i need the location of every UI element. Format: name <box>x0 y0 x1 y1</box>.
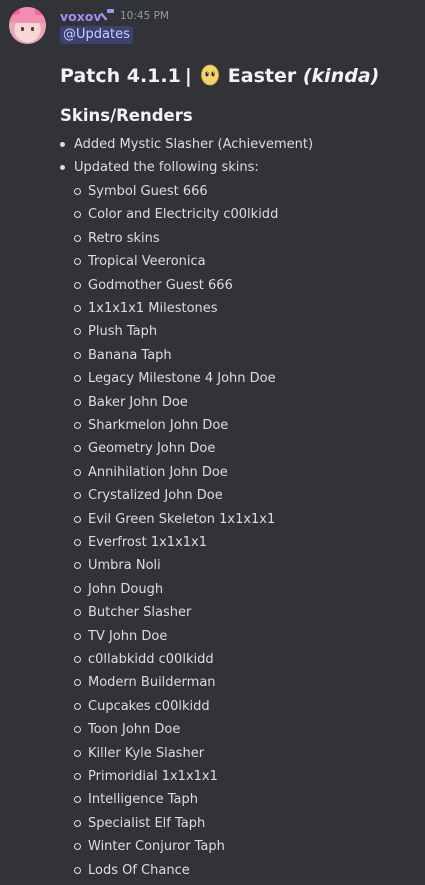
bullet-ring <box>74 422 81 429</box>
skin-name: Geometry John Doe <box>88 441 216 457</box>
title-prefix: Patch 4.1.1 <box>60 65 181 87</box>
bullet-ring <box>74 609 81 617</box>
bullet-ring <box>74 211 81 219</box>
skin-name: Killer Kyle Slasher <box>88 745 205 761</box>
skin-name: Banana Taph <box>88 347 172 363</box>
skin-name: c0llabkidd c00lkidd <box>88 652 214 667</box>
title-suffix: (kinda) <box>302 65 380 87</box>
hammer-icon <box>101 9 114 21</box>
skin-name: Intelligence Taph <box>88 792 199 808</box>
egg-emoji-icon <box>200 64 219 86</box>
skin-name: Everfrost 1x1x1x1 <box>88 535 208 550</box>
skin-name: Legacy Milestone 4 John Doe <box>88 371 276 387</box>
list-item-text: Added Mystic Slasher (Achievement) <box>74 137 314 152</box>
avatar[interactable] <box>9 7 46 44</box>
skin-name: Winter Conjuror Taph <box>88 839 225 855</box>
bullet-ring <box>74 398 81 406</box>
bullet-ring <box>74 492 81 500</box>
skin-name: Retro skins <box>88 230 160 246</box>
skin-name: TV John Doe <box>88 628 168 644</box>
bullet-ring <box>74 679 81 687</box>
bullet-ring <box>74 234 81 242</box>
bullet-dot <box>60 165 65 170</box>
bullet-ring <box>74 819 81 827</box>
bullet-ring <box>74 866 81 874</box>
skin-name: Symbol Guest 666 <box>88 184 208 199</box>
bullet-dot <box>60 142 65 147</box>
skin-name: Tropical Veeronica <box>88 254 206 270</box>
username[interactable]: voxov <box>60 9 102 24</box>
bullet-ring <box>74 843 81 851</box>
section-heading: Skins/Renders <box>60 106 193 125</box>
skin-name: Crystalized John Doe <box>88 488 223 504</box>
bullet-ring <box>74 726 81 734</box>
bullet-ring <box>74 351 81 359</box>
bullet-ring <box>74 375 81 383</box>
bullet-ring <box>74 328 81 336</box>
bullet-ring <box>74 656 81 663</box>
title-word: Easter <box>227 65 297 87</box>
bullet-ring <box>74 773 81 780</box>
skin-name: Modern Builderman <box>88 675 216 691</box>
skin-name: Cupcakes c00lkidd <box>88 698 210 714</box>
skin-name: Sharkmelon John Doe <box>88 418 229 433</box>
bullet-ring <box>74 468 81 476</box>
skin-name: Toon John Doe <box>88 722 181 738</box>
skin-name: Specialist Elf Taph <box>88 815 206 831</box>
bullet-ring <box>74 258 81 266</box>
skin-name: Evil Green Skeleton 1x1x1x1 <box>88 511 276 527</box>
bullet-ring <box>74 749 81 757</box>
skin-name: John Dough <box>88 581 164 597</box>
skin-name: Umbra Noli <box>88 558 161 574</box>
bullet-ring <box>74 539 81 546</box>
bullet-ring <box>74 305 81 312</box>
skin-name: Baker John Doe <box>88 394 188 410</box>
bullet-ring <box>74 702 81 710</box>
skin-name: Plush Taph <box>88 324 158 340</box>
message-title: Patch 4.1.1 | Easter (kinda) <box>60 62 379 90</box>
skin-name: Primoridial 1x1x1x1 <box>88 769 218 784</box>
bullet-ring <box>74 796 81 804</box>
skin-name: Color and Electricity c00lkidd <box>88 207 279 223</box>
bullet-ring <box>74 632 81 640</box>
message-timestamp: 10:45 PM <box>120 10 169 22</box>
skin-name: 1x1x1x1 Milestones <box>88 301 218 316</box>
bullet-ring <box>74 585 81 593</box>
title-separator: | <box>184 65 192 87</box>
bullet-ring <box>74 515 81 523</box>
list-item-text: Updated the following skins: <box>74 160 259 175</box>
bullet-ring <box>74 562 81 570</box>
skin-name: Annihilation John Doe <box>88 464 228 480</box>
role-mention[interactable]: @Updates <box>60 26 133 44</box>
skin-name: Butcher Slasher <box>88 605 192 621</box>
skin-name: Godmother Guest 666 <box>88 277 233 293</box>
bullet-ring <box>74 281 81 289</box>
bullet-ring <box>74 445 81 453</box>
skin-name: Lods Of Chance <box>88 862 190 878</box>
bullet-ring <box>74 188 81 195</box>
